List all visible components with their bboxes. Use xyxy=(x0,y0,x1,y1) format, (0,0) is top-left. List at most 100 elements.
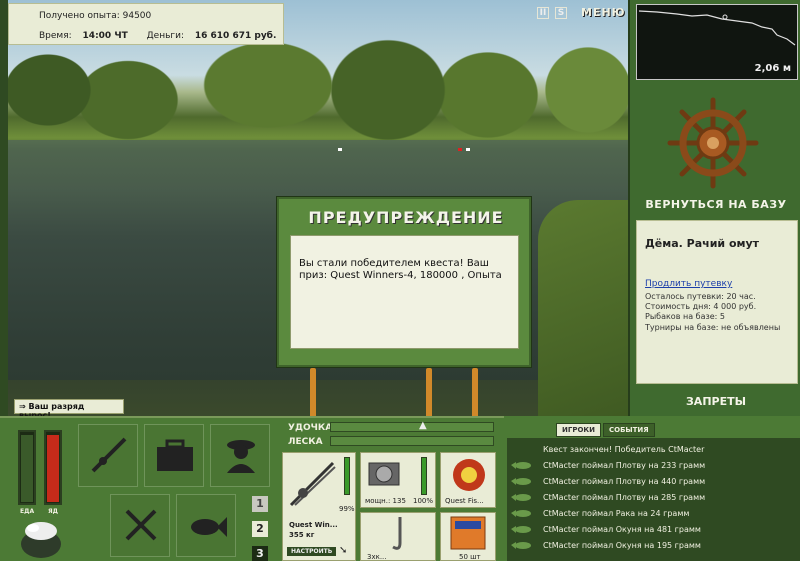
rod-icon xyxy=(91,437,127,473)
dialog-message: Вы стали победителем квеста! Ваш приз: Q… xyxy=(290,235,519,349)
reel-power: мощн.: 135 xyxy=(365,497,406,505)
tab-events[interactable]: СОБЫТИЯ xyxy=(602,423,655,437)
day-cost: Стоимость дня: 4 000 руб. xyxy=(645,302,757,311)
adjust-button[interactable]: НАСТРОИТЬ xyxy=(287,547,337,556)
status-meters: ЕДА ЯД xyxy=(14,430,70,515)
list-item: CtMacter поймал Рака на 24 грамм xyxy=(507,506,800,522)
reel-percent: 100% xyxy=(413,497,434,505)
fish-icon xyxy=(511,494,531,501)
tackle-box-tool[interactable] xyxy=(144,424,204,487)
rod-stand-2[interactable] xyxy=(426,368,432,418)
cooking-tool[interactable] xyxy=(110,494,170,557)
reel-durability-meter xyxy=(421,457,427,495)
rod-name: Quest Win... xyxy=(289,521,338,529)
rod-slot[interactable]: 99% Quest Win... 355 кг НАСТРОИТЬ ➘ xyxy=(282,452,356,561)
line-tension-bar xyxy=(330,436,494,446)
return-to-base-button[interactable]: ВЕРНУТЬСЯ НА БАЗУ xyxy=(630,198,800,211)
tension-marker-icon: ▲ xyxy=(419,420,427,431)
permit-time-left: Осталось путевки: 20 час. xyxy=(645,292,756,301)
menu-button[interactable]: МЕНЮ xyxy=(581,6,626,19)
list-item: CtMacter поймал Плотву на 440 грамм xyxy=(507,474,800,490)
events-list: Квест закончен! Победитель CtMacter CtMa… xyxy=(507,438,800,561)
tackle-panel: УДОЧКА ▲ ЛЕСКА 99% Quest Win... 355 кг Н… xyxy=(280,416,500,561)
line-spool-icon xyxy=(453,459,485,491)
sound-icon[interactable]: S xyxy=(555,6,567,19)
time-label: Время: xyxy=(39,31,72,41)
fish-icon xyxy=(511,526,531,533)
fish-icon xyxy=(511,510,531,517)
pause-icon[interactable]: II xyxy=(537,6,549,19)
list-item: Квест закончен! Победитель CtMacter xyxy=(507,442,800,458)
experience-value: 94500 xyxy=(122,11,152,21)
top-controls: II S МЕНЮ xyxy=(537,6,626,19)
poison-meter xyxy=(44,430,62,505)
bait-slot[interactable]: 50 шт xyxy=(440,512,496,561)
float-markers xyxy=(338,145,478,155)
fish-keepnet-tool[interactable] xyxy=(176,494,236,557)
line-name: Quest Fis... xyxy=(445,497,484,505)
tab-players[interactable]: ИГРОКИ xyxy=(556,423,601,437)
line-tension-label: ЛЕСКА xyxy=(288,437,323,447)
arrow-icon: ⇒ xyxy=(19,402,29,411)
base-name: Дёма. Рачий омут xyxy=(645,237,760,250)
extend-permit-link[interactable]: Продлить путевку xyxy=(645,279,732,289)
ship-wheel-icon[interactable] xyxy=(666,96,760,190)
food-label: ЕДА xyxy=(20,508,35,515)
money-value: 16 610 671 руб. xyxy=(194,31,277,41)
tournaments-status: Турниры на базе: не объявлены xyxy=(645,323,781,332)
fish-icon xyxy=(191,517,227,537)
hook-slot[interactable]: 3хк... xyxy=(360,512,436,561)
food-pot-icon[interactable] xyxy=(18,516,64,560)
depth-value: 2,06 м xyxy=(754,63,791,74)
poison-meter-fill xyxy=(47,434,59,502)
experience-label: Получено опыта: xyxy=(39,11,120,21)
rods-tool[interactable] xyxy=(78,424,138,487)
slot-1-button[interactable]: 1 xyxy=(252,496,268,512)
base-info-card: Дёма. Рачий омут Продлить путевку Остало… xyxy=(636,220,798,384)
fisherman-tool[interactable] xyxy=(210,424,270,487)
rod-durability-meter xyxy=(344,457,350,495)
slot-2-button[interactable]: 2 xyxy=(252,521,268,537)
rod-percent: 99% xyxy=(339,505,355,513)
fishers-count: Рыбаков на базе: 5 xyxy=(645,312,725,321)
list-item: CtMacter поймал Плотву на 233 грамм xyxy=(507,458,800,474)
rod-stand-1[interactable] xyxy=(310,368,316,418)
slot-3-button[interactable]: 3 xyxy=(252,546,268,561)
rod-weight: 355 кг xyxy=(289,531,315,539)
warning-dialog[interactable]: ПРЕДУПРЕЖДЕНИЕ Вы стали победителем квес… xyxy=(277,197,531,367)
player-info-panel: Получено опыта: 94500 Время: 14:00 ЧТ Де… xyxy=(8,3,284,45)
line-slot[interactable]: Quest Fis... xyxy=(440,452,496,508)
reel-slot[interactable]: мощн.: 135 100% xyxy=(360,452,436,508)
rod-item-icon xyxy=(289,461,336,507)
time-value: 14:00 ЧТ xyxy=(82,31,128,41)
tackle-box-icon xyxy=(157,439,193,471)
treeline xyxy=(8,30,628,140)
money-label: Деньги: xyxy=(146,31,184,41)
fork-knife-icon xyxy=(125,509,157,541)
rod-tension-bar: ▲ xyxy=(330,420,494,432)
quest-finished-text: Квест закончен! Победитель CtMacter xyxy=(543,445,705,454)
expand-arrow-icon[interactable]: ➘ xyxy=(339,545,347,556)
fisherman-icon xyxy=(227,440,255,473)
hook-icon xyxy=(392,517,402,550)
rod-tension-label: УДОЧКА xyxy=(288,423,333,433)
food-meter xyxy=(18,430,36,505)
list-item: CtMacter поймал Плотву на 285 грамм xyxy=(507,490,800,506)
dialog-title: ПРЕДУПРЕЖДЕНИЕ xyxy=(308,208,504,227)
bait-package-icon xyxy=(450,516,486,550)
reel-icon xyxy=(368,462,400,486)
depth-graph: 2,06 м xyxy=(636,4,798,80)
events-tabs: ИГРОКИ СОБЫТИЯ xyxy=(556,423,655,437)
list-item: CtMacter поймал Окуня на 195 грамм xyxy=(507,538,800,554)
river-bank xyxy=(538,200,628,418)
poison-label: ЯД xyxy=(48,508,58,515)
food-meter-fill xyxy=(21,434,33,502)
rod-stand-3[interactable] xyxy=(472,368,478,418)
hook-label: 3хк... xyxy=(367,553,387,561)
fish-icon xyxy=(511,478,531,485)
bans-button[interactable]: ЗАПРЕТЫ xyxy=(630,395,800,408)
fish-icon xyxy=(511,462,531,469)
fish-icon xyxy=(511,542,531,549)
bait-count: 50 шт xyxy=(459,553,481,561)
events-panel: ИГРОКИ СОБЫТИЯ Квест закончен! Победител… xyxy=(504,416,800,561)
